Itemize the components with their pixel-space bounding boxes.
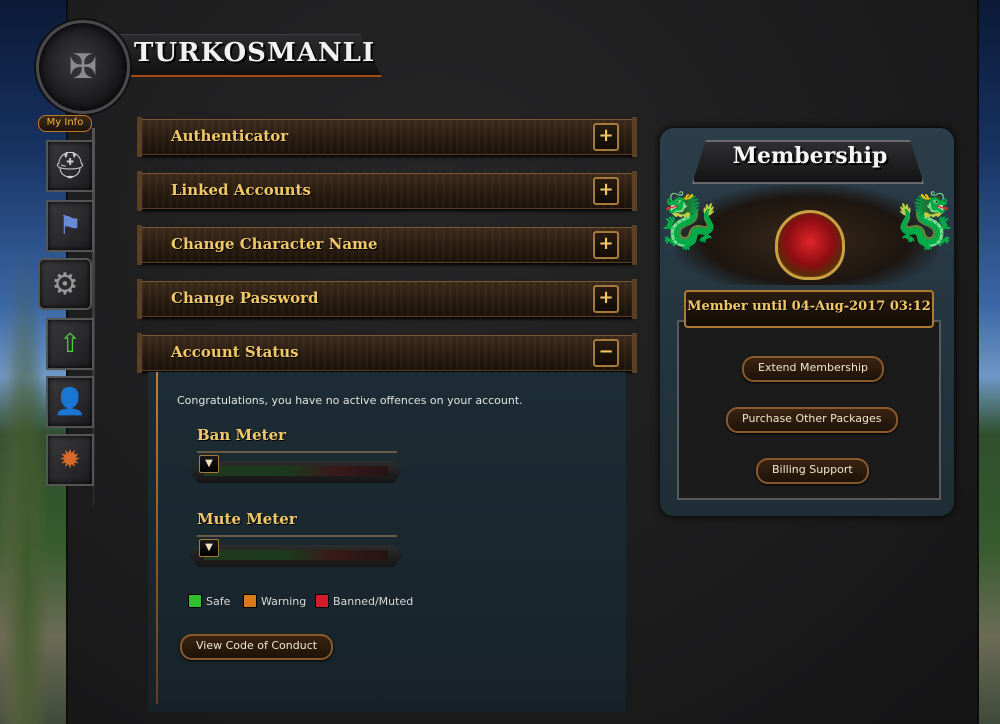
banned-swatch [315, 594, 329, 608]
nav-settings-button[interactable]: ⚙ [38, 258, 92, 310]
ban-meter-marker: ▼ [199, 455, 219, 473]
status-panel-rail [156, 372, 158, 704]
legend-banned: Banned/Muted [315, 594, 413, 608]
helmet-icon: ⛑ [53, 151, 87, 181]
expand-icon[interactable]: + [593, 177, 619, 205]
membership-until: Member until 04-Aug-2017 03:12 [687, 299, 931, 314]
mute-meter-title: Mute Meter [197, 510, 297, 528]
ban-meter-title: Ban Meter [197, 426, 287, 444]
section-linked-accounts[interactable]: Linked Accounts + [137, 171, 637, 211]
section-label: Linked Accounts [171, 181, 311, 199]
divider [197, 451, 397, 453]
divider [197, 535, 397, 537]
extend-membership-button[interactable]: Extend Membership [742, 356, 884, 382]
section-label: Authenticator [171, 127, 289, 145]
expand-icon[interactable]: + [593, 285, 619, 313]
add-user-icon: 👤 [53, 387, 87, 417]
upgrade-arrow-icon: ⇧ [59, 329, 81, 359]
medallion-icon: ✹ [59, 445, 81, 475]
game-emblem-icon: ✠ [36, 20, 130, 114]
safe-swatch [188, 594, 202, 608]
legend-label: Banned/Muted [333, 594, 414, 608]
nav-clan-button[interactable]: ⚑ [46, 200, 94, 252]
section-authenticator[interactable]: Authenticator + [137, 117, 637, 157]
section-change-password[interactable]: Change Password + [137, 279, 637, 319]
legend-label: Warning [261, 594, 307, 608]
brand-name: TURKOSMANLI [134, 38, 376, 68]
ban-meter [190, 461, 402, 483]
nav-upgrade-button[interactable]: ⇧ [46, 318, 94, 370]
legend-label: Safe [206, 594, 231, 608]
section-account-status[interactable]: Account Status − [137, 333, 637, 373]
section-label: Account Status [171, 343, 299, 361]
legend-safe: Safe [188, 594, 230, 608]
banner-icon: ⚑ [58, 211, 82, 241]
expand-icon[interactable]: + [593, 123, 619, 151]
account-status-panel [148, 372, 626, 712]
nav-support-button[interactable]: ✹ [46, 434, 94, 486]
view-code-of-conduct-button[interactable]: View Code of Conduct [180, 634, 334, 660]
billing-support-button[interactable]: Billing Support [756, 458, 869, 484]
warning-swatch [243, 594, 257, 608]
status-message: Congratulations, you have no active offe… [177, 394, 523, 407]
nav-character-button[interactable]: ⛑ [46, 140, 94, 192]
gear-icon: ⚙ [51, 266, 79, 302]
my-info-tab[interactable]: My Info [38, 115, 92, 132]
purchase-other-packages-button[interactable]: Purchase Other Packages [726, 407, 898, 433]
expand-icon[interactable]: + [593, 231, 619, 259]
crest-icon [775, 210, 845, 280]
nav-add-friend-button[interactable]: 👤 [46, 376, 94, 428]
section-label: Change Password [171, 289, 319, 307]
membership-title: Membership [732, 143, 888, 169]
mute-meter [190, 545, 402, 567]
collapse-icon[interactable]: − [593, 339, 619, 367]
mute-meter-marker: ▼ [199, 539, 219, 557]
section-label: Change Character Name [171, 235, 378, 253]
section-change-character-name[interactable]: Change Character Name + [137, 225, 637, 265]
legend-warning: Warning [243, 594, 306, 608]
